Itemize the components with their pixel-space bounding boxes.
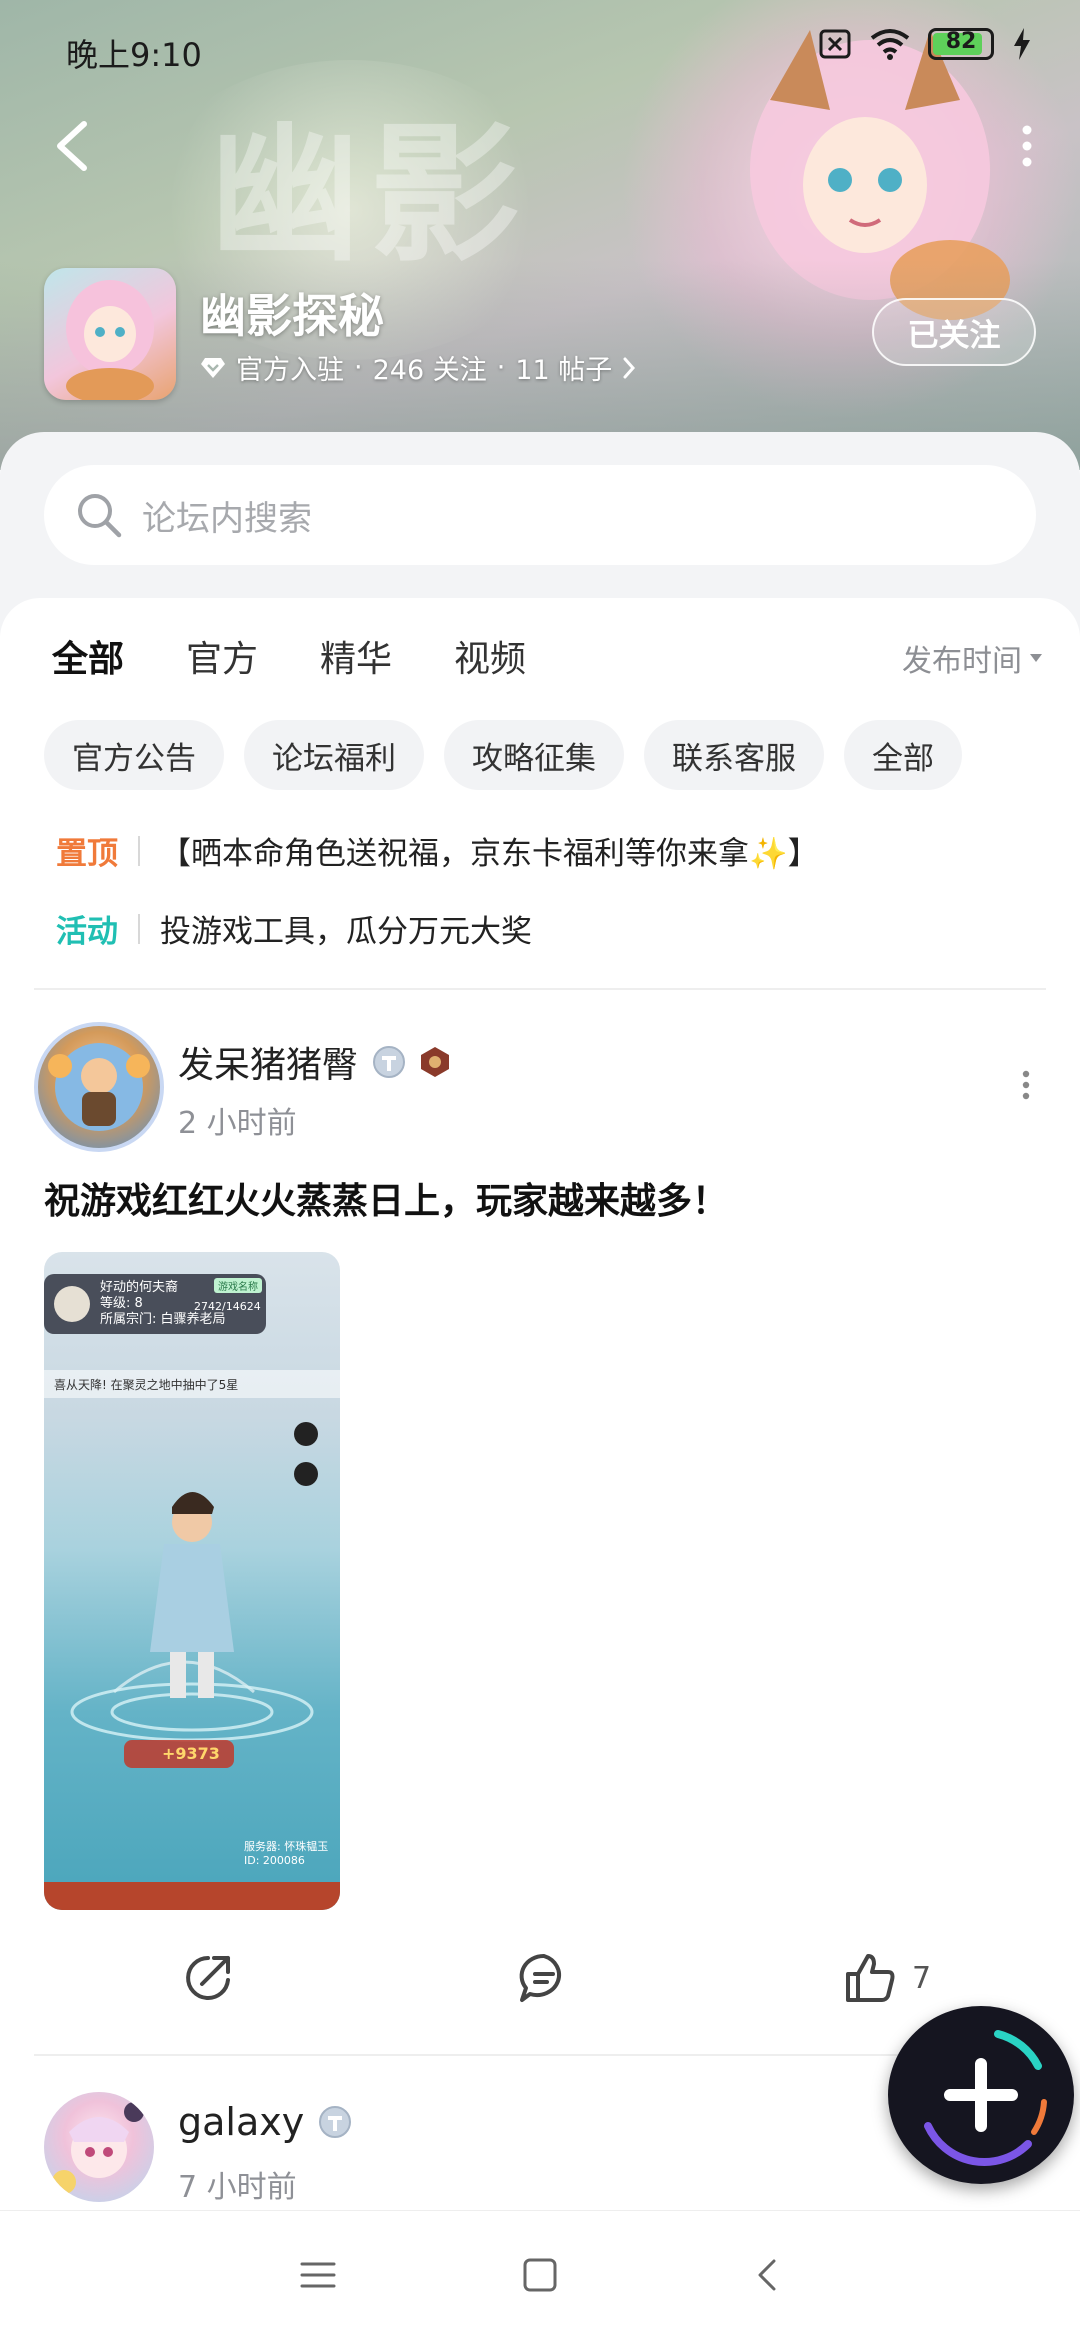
post2-author-name: galaxy (178, 2100, 305, 2144)
sort-dropdown[interactable]: 发布时间 (902, 636, 1044, 680)
status-time: 晚上9:10 (66, 36, 202, 74)
image-player-name: 好动的何夫裔 (100, 1280, 179, 1295)
forum-page: 幽影 晚上9:10 82 幽影探秘 官方入驻 · 246 关注 · 11 帖子 … (0, 0, 1080, 2340)
verified-label: 官方入驻 (236, 355, 344, 386)
like-count: 7 (912, 1960, 932, 1996)
sim-off-icon (819, 29, 851, 59)
tab-video[interactable]: 视频 (454, 630, 526, 682)
battery-level: 82 (945, 29, 977, 54)
post-author-avatar[interactable] (34, 1022, 164, 1152)
status-bar: 晚上9:10 82 (0, 0, 1080, 96)
post2-timestamp: 7 小时前 (178, 2170, 297, 2205)
nav-back-icon[interactable] (748, 2255, 788, 2295)
caret-down-icon (1030, 654, 1042, 662)
chip-support[interactable]: 联系客服 (644, 720, 824, 790)
chip-welfare[interactable]: 论坛福利 (244, 720, 424, 790)
meta-dot: · (496, 352, 506, 383)
system-nav-bar (0, 2210, 1080, 2340)
thumbs-up-icon (846, 1954, 895, 2002)
menu-icon[interactable] (298, 2255, 338, 2295)
image-marquee: 喜从天降! 在聚灵之地中抽中了5星 (54, 1378, 239, 1392)
post-count: 11 帖子 (515, 355, 613, 386)
post-title[interactable]: 祝游戏红红火火蒸蒸日上，玩家越来越多！ (44, 1172, 728, 1224)
search-placeholder: 论坛内搜索 (142, 498, 312, 539)
more-options-icon[interactable] (1012, 124, 1042, 168)
post-author[interactable]: 发呆猪猪臀 (178, 1036, 450, 1088)
image-id: ID: 200086 (244, 1854, 305, 1867)
share-icon (186, 1956, 230, 2000)
tab-featured[interactable]: 精华 (320, 630, 392, 682)
post-author-name: 发呆猪猪臀 (178, 1045, 359, 1086)
post2-author[interactable]: galaxy (178, 2100, 352, 2144)
level-badge-icon (373, 1046, 406, 1078)
post2-author-avatar[interactable] (44, 2092, 154, 2202)
image-damage: +9373 (162, 1744, 220, 1763)
image-badge: 游戏名称 (214, 1278, 262, 1293)
chevron-right-icon (623, 357, 636, 378)
pinned-tag: 置顶 (56, 836, 118, 872)
section-divider (34, 988, 1046, 990)
plus-icon (924, 2030, 1047, 2167)
wifi-icon (870, 29, 910, 60)
level-badge-icon (319, 2106, 352, 2138)
back-icon[interactable] (50, 118, 96, 174)
post-actions: 7 (0, 1950, 1080, 2010)
tab-official[interactable]: 官方 (186, 630, 258, 682)
comment-icon (519, 1953, 562, 2002)
share-button[interactable] (180, 1950, 236, 2006)
post-image[interactable]: 好动的何夫裔 等级: 8 所属宗门: 白骤养老局 2742/14624 游戏名称… (44, 1252, 340, 1910)
forum-avatar (44, 268, 176, 400)
pinned-notice[interactable]: 置顶 【晒本命角色送祝福，京东卡福利等你来拿✨】 (56, 828, 819, 873)
activity-text: 投游戏工具，瓜分万元大奖 (160, 914, 532, 950)
like-button[interactable]: 7 (842, 1950, 931, 2006)
forum-meta[interactable]: 官方入驻 · 246 关注 · 11 帖子 (200, 348, 636, 387)
chip-guides[interactable]: 攻略征集 (444, 720, 624, 790)
search-input[interactable]: 论坛内搜索 (44, 465, 1036, 565)
forum-title: 幽影探秘 (200, 289, 384, 343)
home-icon[interactable] (520, 2255, 560, 2295)
meta-dot: · (354, 352, 363, 383)
image-player-sect: 所属宗门: 白骤养老局 (100, 1312, 226, 1327)
filter-tabs: 全部 官方 精华 视频 (52, 630, 526, 686)
pinned-text: 【晒本命角色送祝福，京东卡福利等你来拿✨】 (160, 836, 819, 872)
banner-calligraphy: 幽影 (210, 107, 531, 283)
comment-button[interactable] (516, 1950, 572, 2006)
image-server: 服务器: 怀珠韫玉 (244, 1840, 329, 1853)
verified-diamond-icon (201, 357, 225, 378)
medal-badge-icon (421, 1047, 450, 1077)
create-post-button[interactable] (888, 2006, 1074, 2184)
battery-indicator: 82 (928, 28, 994, 60)
image-server-info: 服务器: 怀珠韫玉 ID: 200086 (244, 1840, 328, 1868)
activity-tag: 活动 (56, 914, 118, 950)
category-chips: 官方公告 论坛福利 攻略征集 联系客服 全部 (44, 720, 962, 790)
tab-all[interactable]: 全部 (52, 630, 124, 686)
status-icons: 82 (818, 28, 1032, 60)
image-exp: 2742/14624 (194, 1300, 261, 1313)
activity-notice[interactable]: 活动 投游戏工具，瓜分万元大奖 (56, 906, 532, 951)
post-more-icon[interactable] (1018, 1070, 1034, 1100)
post-timestamp: 2 小时前 (178, 1106, 297, 1141)
follow-button[interactable]: 已关注 (872, 298, 1036, 366)
charging-icon (1014, 28, 1030, 60)
search-icon (78, 494, 122, 538)
chip-announcements[interactable]: 官方公告 (44, 720, 224, 790)
sort-label: 发布时间 (902, 644, 1022, 679)
follower-count: 246 关注 (372, 355, 487, 386)
chip-all[interactable]: 全部 (844, 720, 962, 790)
